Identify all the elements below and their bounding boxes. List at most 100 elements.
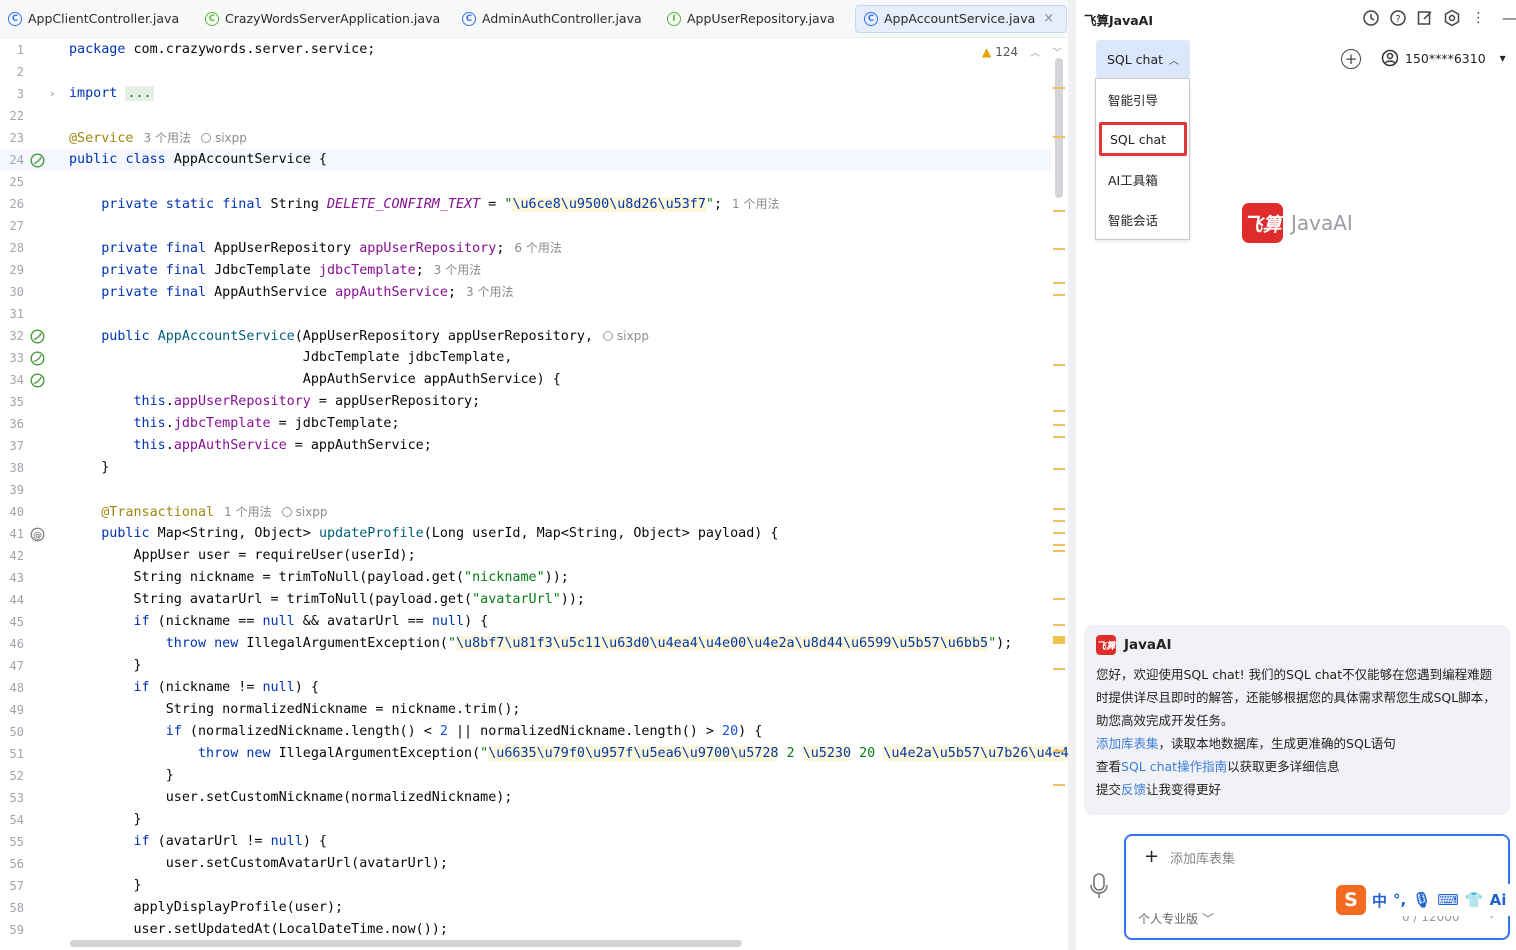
warning-stripe-marker[interactable] — [1053, 248, 1065, 250]
menu-item-smart-guide[interactable]: 智能引导 — [1096, 79, 1189, 119]
code-line[interactable]: 40 @Transactional 1 个用法 sixpp — [0, 501, 1052, 523]
add-table-set-link[interactable]: 添加库表集 — [1096, 736, 1159, 751]
warning-stripe-marker[interactable] — [1053, 784, 1065, 786]
code-line[interactable]: 28 private final AppUserRepository appUs… — [0, 237, 1052, 259]
warning-stripe-marker[interactable] — [1053, 520, 1065, 522]
version-select[interactable]: 个人专业版 ﹀ — [1138, 910, 1214, 927]
code-line[interactable]: 59 user.setUpdatedAt(LocalDateTime.now()… — [0, 919, 1052, 941]
menu-item-smart-chat[interactable]: 智能会话 — [1096, 199, 1189, 239]
code-line[interactable]: 44 String avatarUrl = trimToNull(payload… — [0, 589, 1052, 611]
code-line[interactable]: 47 } — [0, 655, 1052, 677]
warning-stripe-marker[interactable] — [1053, 294, 1065, 296]
at-icon[interactable]: @ — [30, 527, 45, 542]
warning-stripe-marker[interactable] — [1053, 364, 1065, 366]
code-line[interactable]: 43 String nickname = trimToNull(payload.… — [0, 567, 1052, 589]
help-icon[interactable]: ? — [1388, 8, 1407, 27]
code-line[interactable]: 22 — [0, 105, 1052, 127]
code-line[interactable]: 25 — [0, 171, 1052, 193]
ime-mic-icon[interactable]: 🎙 — [1412, 891, 1431, 909]
code-line[interactable]: 27 — [0, 215, 1052, 237]
code-line[interactable]: 31 — [0, 303, 1052, 325]
chat-input-placeholder[interactable]: 添加库表集 — [1170, 848, 1235, 867]
tab-app-user-repository[interactable]: I AppUserRepository.java — [659, 0, 849, 38]
guide-link[interactable]: SQL chat操作指南 — [1121, 759, 1227, 774]
warning-stripe-marker[interactable] — [1053, 136, 1065, 138]
code-line[interactable]: 53 user.setCustomNickname(normalizedNick… — [0, 787, 1052, 809]
skin-icon[interactable]: 👕 — [1465, 891, 1484, 909]
inspection-widget[interactable]: ▲ 124 ︿ ﹀ — [982, 44, 1062, 60]
menu-item-ai-toolbox[interactable]: AI工具箱 — [1096, 159, 1189, 199]
warning-stripe-marker[interactable] — [1053, 508, 1065, 510]
minimize-icon[interactable]: — — [1500, 8, 1516, 27]
edit-icon[interactable] — [1415, 8, 1434, 27]
warning-stripe-marker[interactable] — [1053, 210, 1065, 212]
vertical-scrollbar[interactable] — [1055, 58, 1063, 198]
menu-item-sql-chat[interactable]: SQL chat — [1099, 122, 1187, 156]
warning-stripe-marker[interactable] — [1053, 750, 1065, 752]
code-line[interactable]: 26 private static final String DELETE_CO… — [0, 193, 1052, 215]
code-line[interactable]: 51 throw new IllegalArgumentException("\… — [0, 743, 1068, 765]
ime-toolbar[interactable]: S 中 °, 🎙 ⌨ 👕 Ai — [1334, 884, 1516, 916]
code-line[interactable]: 42 AppUser user = requireUser(userId); — [0, 545, 1052, 567]
tab-app-account-service[interactable]: C AppAccountService.java × — [855, 4, 1068, 33]
code-editor[interactable]: 1 package com.crazywords.server.service; 2… — [0, 38, 1068, 950]
code-line[interactable]: 39 — [0, 479, 1052, 501]
code-line[interactable]: 45 if (nickname == null && avatarUrl == … — [0, 611, 1052, 633]
warning-stripe-marker[interactable] — [1053, 436, 1065, 438]
code-line[interactable]: 54 } — [0, 809, 1052, 831]
ime-language-indicator[interactable]: 中 — [1372, 890, 1387, 911]
spring-bean-icon[interactable] — [30, 153, 45, 168]
warning-stripe-marker[interactable] — [1053, 87, 1065, 89]
code-line[interactable]: 48 if (nickname != null) { — [0, 677, 1052, 699]
warning-stripe-marker[interactable] — [1053, 598, 1065, 600]
tab-admin-auth-controller[interactable]: C AdminAuthController.java — [454, 0, 659, 38]
code-line[interactable]: 36 this.jdbcTemplate = jdbcTemplate; — [0, 413, 1052, 435]
chevron-up-icon[interactable]: ︿ — [1030, 44, 1040, 59]
code-line[interactable]: 33 JdbcTemplate jdbcTemplate, — [0, 347, 1052, 369]
user-account-menu[interactable]: 150****6310 ▾ — [1381, 49, 1506, 67]
warning-stripe-marker[interactable] — [1053, 636, 1065, 644]
warning-stripe-marker[interactable] — [1053, 544, 1065, 546]
microphone-icon[interactable] — [1088, 872, 1110, 900]
spring-bean-icon[interactable] — [30, 351, 45, 366]
code-line[interactable]: 30 private final AppAuthService appAuthS… — [0, 281, 1052, 303]
more-icon[interactable]: ⋮ — [1469, 8, 1488, 27]
warning-stripe-marker[interactable] — [1053, 668, 1065, 670]
keyboard-icon[interactable]: ⌨ — [1437, 891, 1459, 909]
panel-divider[interactable] — [1068, 0, 1076, 950]
code-line[interactable]: 23 @Service 3 个用法 sixpp — [0, 127, 1052, 149]
warning-stripe-marker[interactable] — [1053, 468, 1065, 470]
horizontal-scrollbar[interactable] — [70, 940, 742, 947]
code-line[interactable]: 41 @ public Map<String, Object> updatePro… — [0, 523, 1052, 545]
code-line[interactable]: 55 if (avatarUrl != null) { — [0, 831, 1052, 853]
warning-stripe-marker[interactable] — [1053, 624, 1065, 626]
tab-app-client-controller[interactable]: C AppClientController.java — [0, 0, 197, 38]
code-line[interactable]: 57 } — [0, 875, 1052, 897]
code-line[interactable]: 32 public AppAccountService(AppUserRepos… — [0, 325, 1052, 347]
warning-stripe-marker[interactable] — [1053, 410, 1065, 412]
ai-icon[interactable]: Ai — [1490, 891, 1507, 909]
code-line[interactable]: 1 package com.crazywords.server.service; — [0, 39, 1052, 61]
warning-stripe-marker[interactable] — [1053, 550, 1065, 552]
spring-bean-icon[interactable] — [30, 329, 45, 344]
spring-bean-icon[interactable] — [30, 373, 45, 388]
new-chat-icon[interactable]: + — [1341, 49, 1361, 69]
history-icon[interactable] — [1361, 8, 1380, 27]
code-line[interactable]: 56 user.setCustomAvatarUrl(avatarUrl); — [0, 853, 1052, 875]
code-line[interactable]: 34 AppAuthService appAuthService) { — [0, 369, 1052, 391]
code-line[interactable]: 38 } — [0, 457, 1052, 479]
settings-icon[interactable] — [1442, 8, 1461, 27]
code-line[interactable]: 52 } — [0, 765, 1052, 787]
code-line[interactable]: 49 String normalizedNickname = nickname.… — [0, 699, 1052, 721]
code-line[interactable]: 29 private final JdbcTemplate jdbcTempla… — [0, 259, 1052, 281]
code-line[interactable]: 46 throw new IllegalArgumentException("\… — [0, 633, 1052, 655]
fold-arrow-icon[interactable]: › — [49, 83, 56, 105]
code-line[interactable]: 24 public class AppAccountService { — [0, 149, 1052, 171]
code-line[interactable]: 2 — [0, 61, 1052, 83]
code-line[interactable]: 50 if (normalizedNickname.length() < 2 |… — [0, 721, 1052, 743]
code-line[interactable]: 37 this.appAuthService = appAuthService; — [0, 435, 1052, 457]
chevron-down-icon[interactable]: ﹀ — [1052, 44, 1062, 59]
close-icon[interactable]: × — [1043, 11, 1054, 26]
mode-select-button[interactable]: SQL chat ︿ — [1096, 40, 1190, 78]
feedback-link[interactable]: 反馈 — [1121, 782, 1146, 797]
